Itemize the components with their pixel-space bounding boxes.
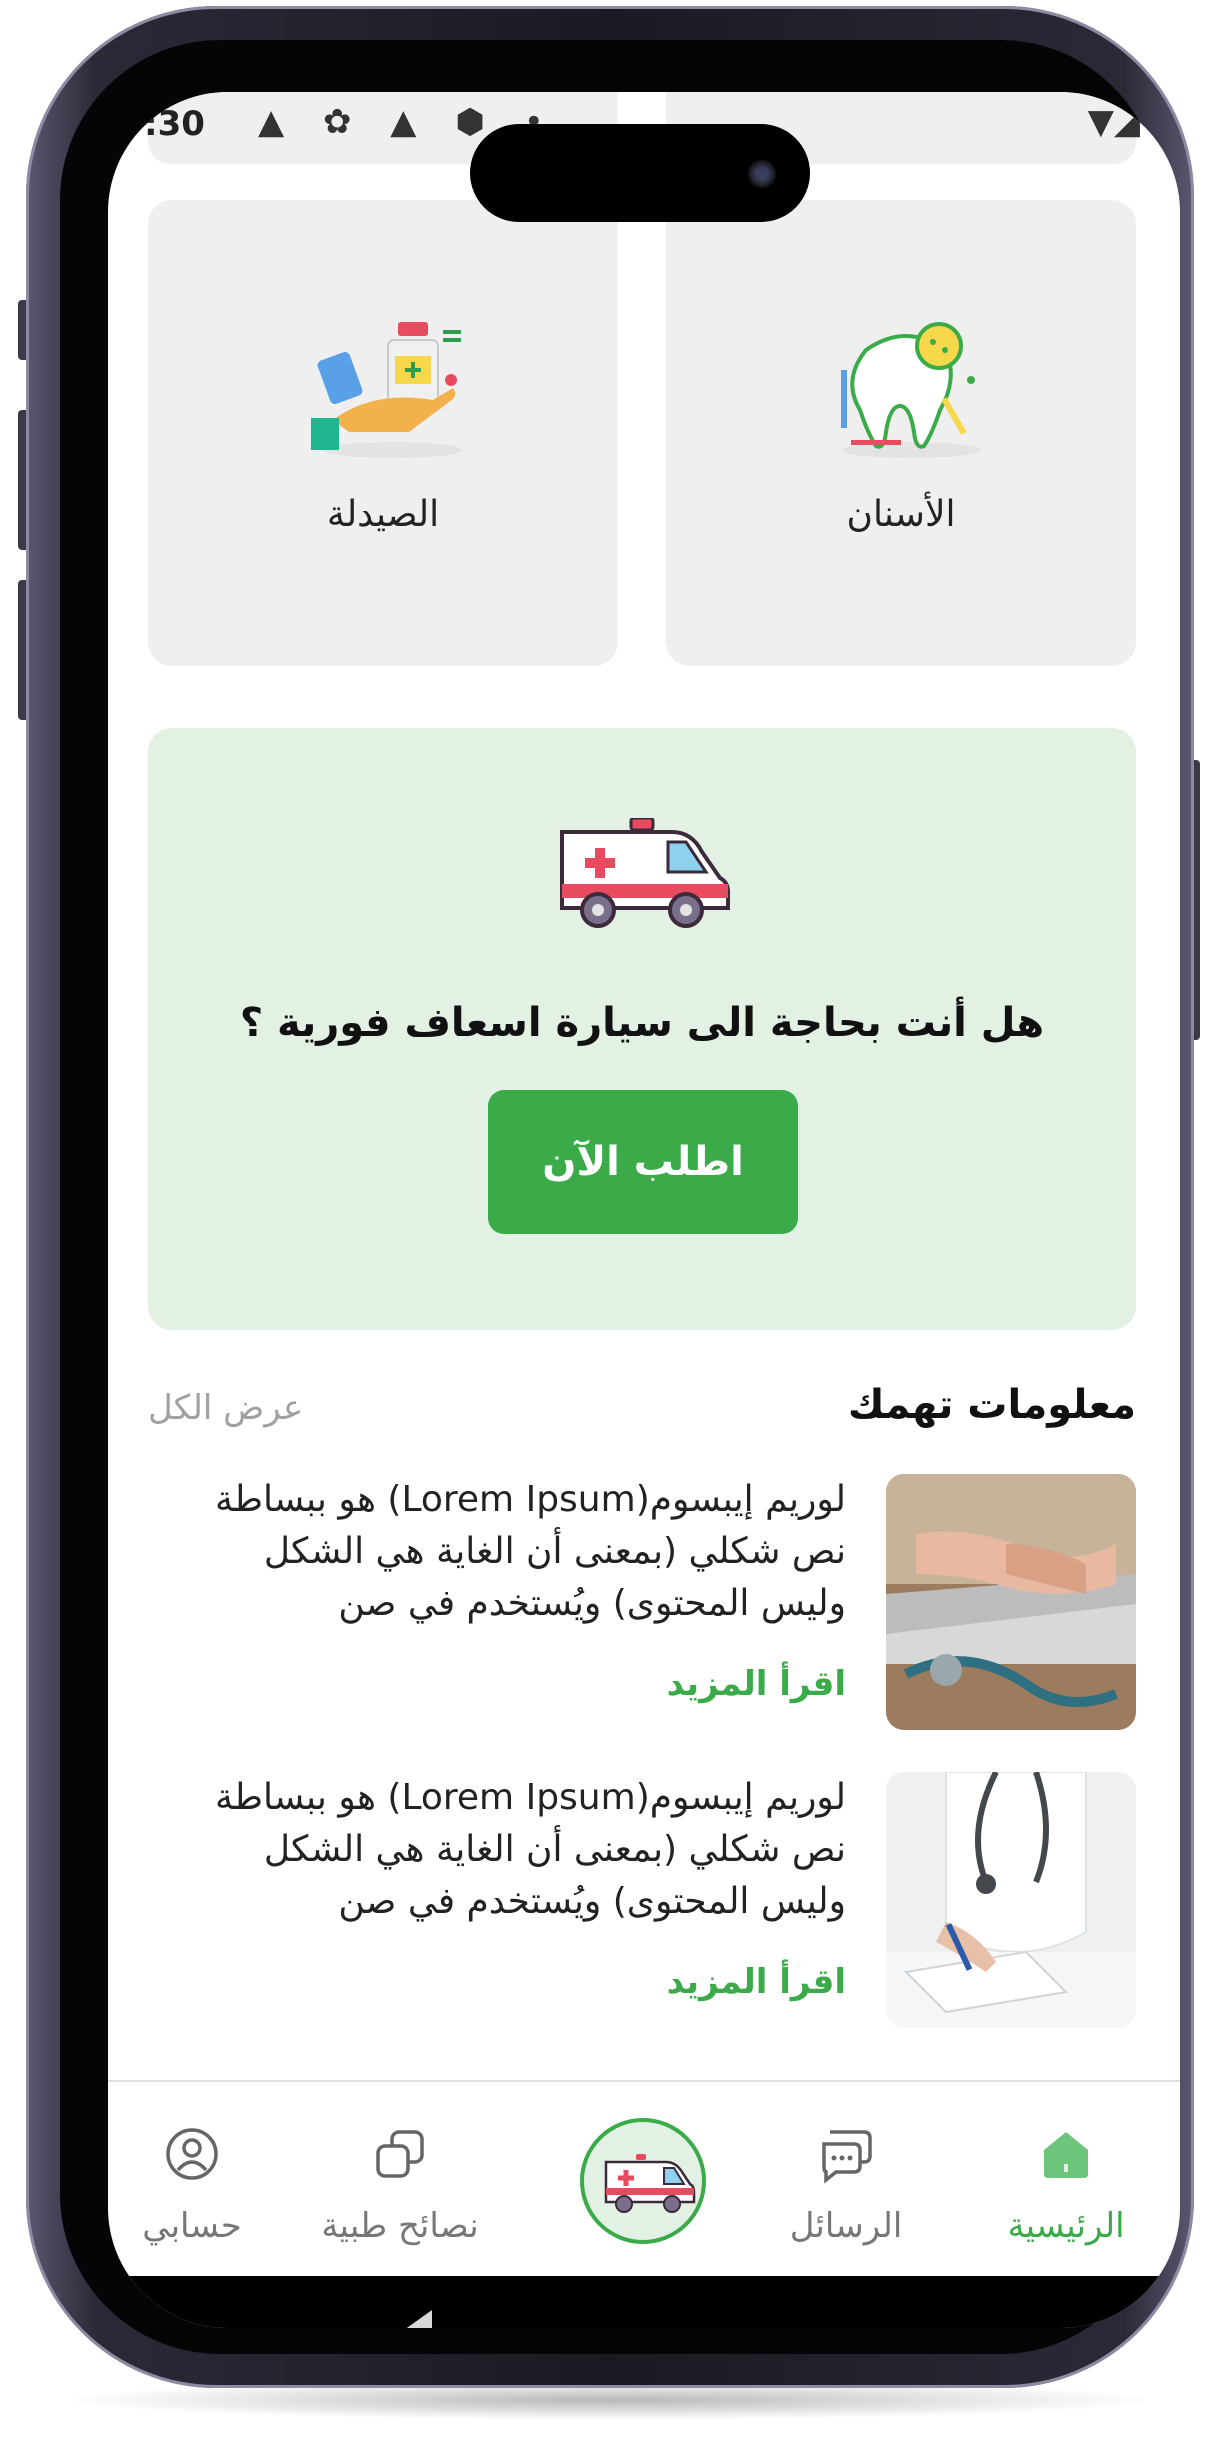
category-card-dental[interactable]: الأسنان [666, 200, 1136, 666]
system-navigation-bar [108, 2276, 1180, 2328]
nav-item-home[interactable]: الرئيسية [966, 2124, 1166, 2246]
read-more-link[interactable]: اقرأ المزيد [667, 1962, 846, 2002]
nav-item-messages[interactable]: الرسائل [746, 2124, 946, 2246]
status-time: :30 [144, 104, 205, 144]
user-icon [166, 2128, 218, 2180]
doctor-writing-photo [886, 1772, 1136, 2028]
article-text: لوريم إيبسوم(Lorem Ipsum) هو ببساطة نص ش… [215, 1777, 846, 1922]
ambulance-icon [560, 818, 730, 928]
category-label: الصيدلة [326, 494, 440, 535]
article-item[interactable]: لوريم إيبسوم(Lorem Ipsum) هو ببساطة نص ش… [148, 1772, 1136, 2028]
ambulance-question: هل أنت بحاجة الى سيارة اسعاف فورية ؟ [239, 1000, 1045, 1046]
app-screen: :30 ▲ ✿ ▲ ⬢ • ▼◢ الصيدلة الأسنان هل أنت … [108, 92, 1180, 2328]
nav-center-ambulance-button[interactable] [580, 2118, 706, 2244]
bottom-nav-divider [108, 2080, 1180, 2082]
nav-label: نصائح طبية [321, 2206, 479, 2246]
nav-item-medical-tips[interactable]: نصائح طبية [300, 2124, 500, 2246]
nav-label: الرسائل [789, 2206, 903, 2246]
phone-bezel: :30 ▲ ✿ ▲ ⬢ • ▼◢ الصيدلة الأسنان هل أنت … [60, 40, 1180, 2354]
signal-wifi-icons: ▼◢ [1087, 102, 1140, 142]
section-title-info: معلومات تهمك [847, 1382, 1136, 1428]
phone-frame: :30 ▲ ✿ ▲ ⬢ • ▼◢ الصيدلة الأسنان هل أنت … [26, 6, 1194, 2388]
pharmacy-icon [311, 322, 463, 458]
view-all-link[interactable]: عرض الكل [148, 1388, 303, 1428]
front-camera-icon [748, 160, 776, 188]
copy-icon [376, 2130, 424, 2178]
request-now-button[interactable]: اطلب الآن [488, 1090, 798, 1234]
category-label: الأسنان [846, 494, 956, 535]
chat-icon [822, 2130, 872, 2184]
ambulance-icon [604, 2154, 696, 2213]
home-icon [1044, 2132, 1088, 2178]
nav-label: الرئيسية [1007, 2206, 1125, 2246]
back-icon[interactable] [398, 2300, 438, 2328]
article-item[interactable]: لوريم إيبسوم(Lorem Ipsum) هو ببساطة نص ش… [148, 1474, 1136, 1730]
tooth-icon [841, 322, 981, 458]
article-text: لوريم إيبسوم(Lorem Ipsum) هو ببساطة نص ش… [215, 1479, 846, 1624]
nav-label: حسابي [142, 2206, 242, 2246]
ambulance-request-card: هل أنت بحاجة الى سيارة اسعاف فورية ؟ اطل… [148, 728, 1136, 1330]
nav-item-account[interactable]: حسابي [108, 2124, 292, 2246]
category-card-pharmacy[interactable]: الصيدلة [148, 200, 618, 666]
laptop-stethoscope-photo [886, 1474, 1136, 1730]
read-more-link[interactable]: اقرأ المزيد [667, 1664, 846, 1704]
